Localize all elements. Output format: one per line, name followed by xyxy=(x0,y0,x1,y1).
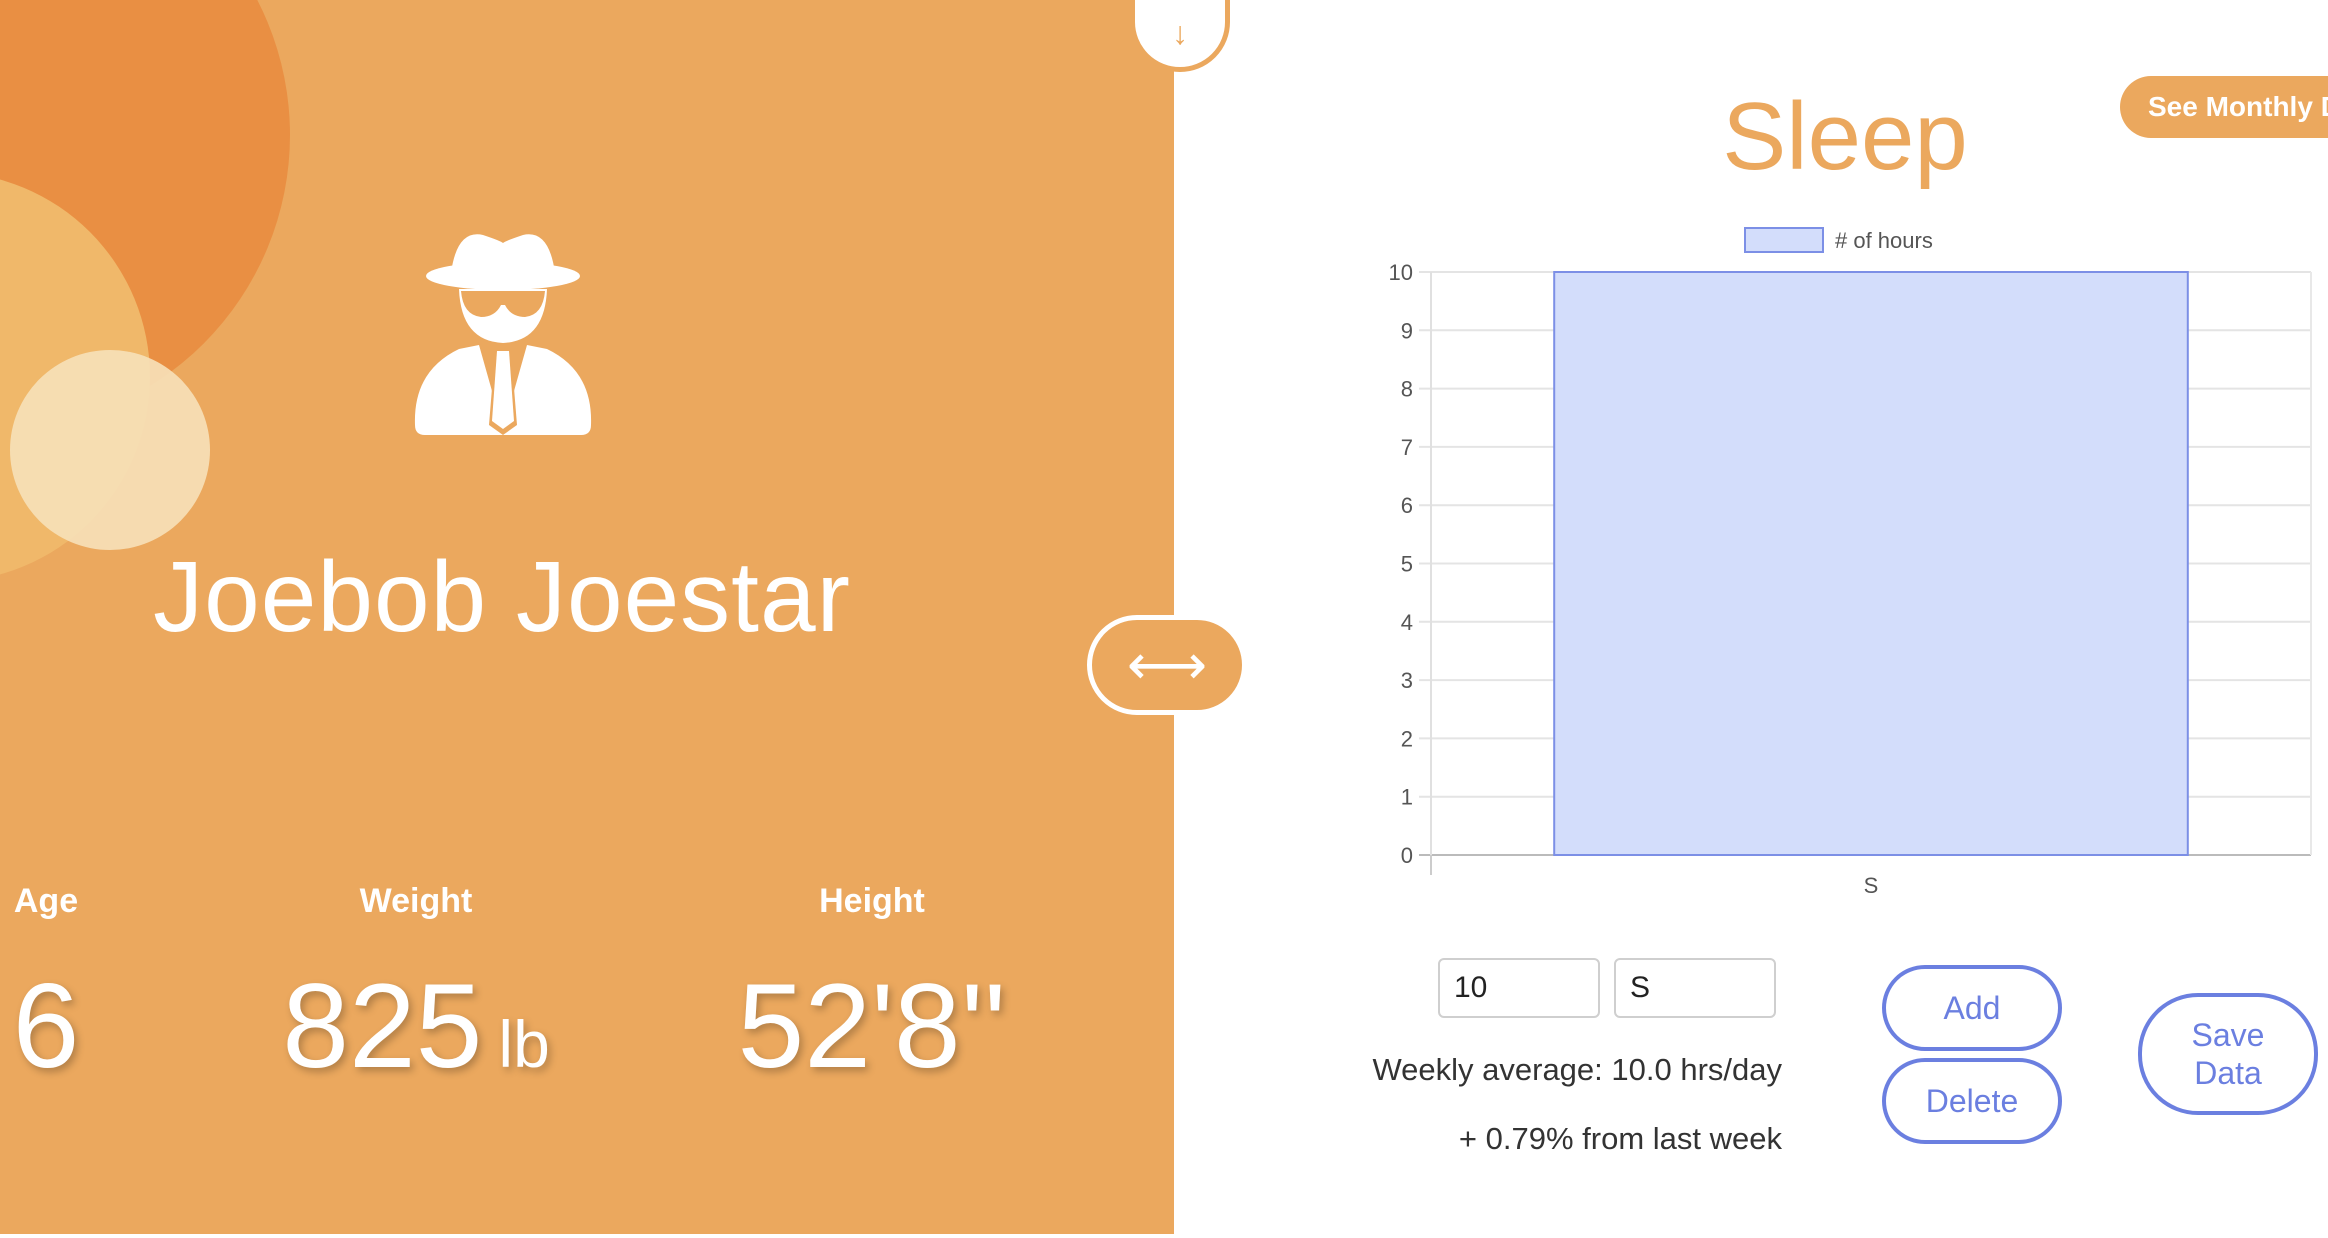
see-monthly-data-button[interactable]: See Monthly D xyxy=(2120,76,2328,138)
weight-number: 825 xyxy=(282,959,483,1093)
arrow-down-icon: ↓ xyxy=(1172,14,1188,51)
hours-input[interactable]: 10 xyxy=(1438,958,1600,1018)
legend-swatch xyxy=(1744,227,1824,253)
save-data-button[interactable]: Save Data xyxy=(2138,993,2318,1115)
y-tick-label: 1 xyxy=(1401,785,1413,810)
resize-handle[interactable]: ⟷ xyxy=(1087,615,1247,715)
age-number: 6 xyxy=(12,959,80,1093)
arrow-left-right-icon: ⟷ xyxy=(1126,633,1208,696)
height-label: Height xyxy=(819,882,925,920)
add-button[interactable]: Add xyxy=(1882,965,2062,1051)
y-tick-label: 8 xyxy=(1401,377,1413,402)
decor-circle-small xyxy=(10,350,210,550)
weight-value: 825 lb xyxy=(282,960,550,1092)
height-number: 52'8'' xyxy=(737,959,1007,1093)
y-tick-label: 6 xyxy=(1401,493,1413,518)
weight-unit: lb xyxy=(498,1007,550,1081)
y-tick-label: 10 xyxy=(1389,260,1413,285)
delete-button[interactable]: Delete xyxy=(1882,1058,2062,1144)
weight-label: Weight xyxy=(359,882,473,920)
age-value: 6 xyxy=(13,960,80,1092)
height-value: 52'8'' xyxy=(738,960,1007,1092)
weekly-average: Weekly average: 10.0 hrs/day xyxy=(1372,1052,1782,1087)
user-secret-icon xyxy=(414,234,592,435)
y-tick-label: 5 xyxy=(1401,552,1413,577)
profile-panel: Joebob Joestar Age Weight Height 6 825 lb… xyxy=(0,0,1174,1234)
age-label: Age xyxy=(13,882,79,920)
bar-S xyxy=(1553,271,2189,856)
y-tick-label: 9 xyxy=(1401,318,1413,343)
user-name: Joebob Joestar xyxy=(153,541,851,653)
y-tick-label: 7 xyxy=(1401,435,1413,460)
page-title: Sleep xyxy=(1722,83,1968,190)
sleep-chart: # of hours 0 1 2 3 4 5 6 7 8 9 10 S xyxy=(1389,227,2312,898)
weekly-change: + 0.79% from last week xyxy=(1458,1121,1782,1156)
day-input[interactable]: S xyxy=(1614,958,1776,1018)
legend-label: # of hours xyxy=(1835,228,1933,253)
y-tick-label: 4 xyxy=(1401,610,1413,635)
y-tick-label: 3 xyxy=(1401,668,1413,693)
y-tick-label: 2 xyxy=(1401,726,1413,751)
x-tick-label: S xyxy=(1864,873,1879,898)
y-tick-label: 0 xyxy=(1401,843,1413,868)
